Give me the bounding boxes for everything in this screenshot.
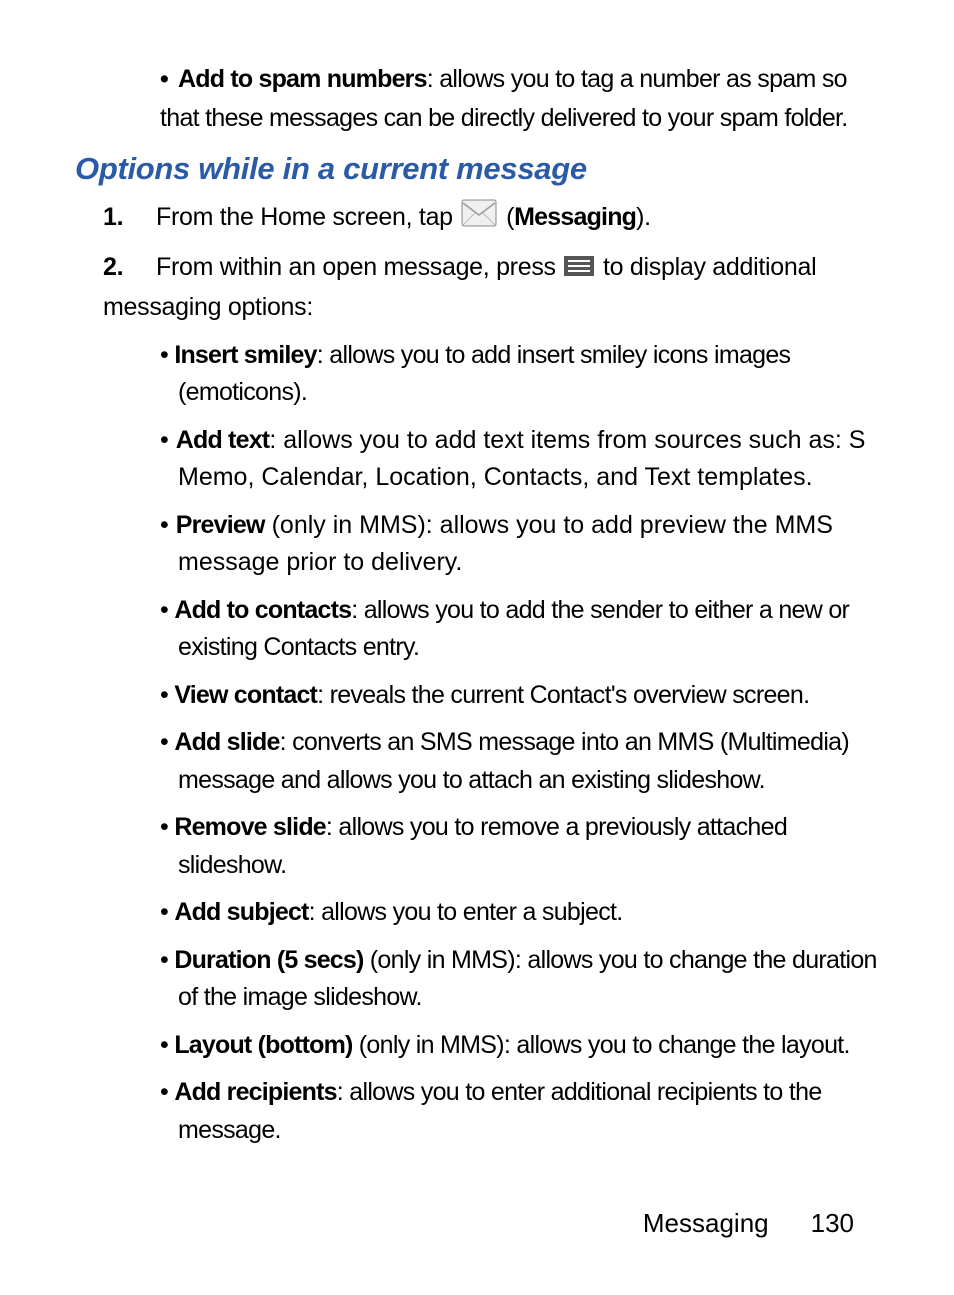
menu-icon	[564, 249, 594, 288]
spam-term: Add to spam numbers	[178, 65, 427, 93]
option-add-text: • Add text: allows you to add text items…	[75, 422, 879, 497]
step-1-paren-open: (	[506, 203, 514, 231]
opt-term: View contact	[174, 681, 317, 709]
footer-page: 130	[811, 1208, 854, 1238]
opt-term: Add to contacts	[174, 596, 351, 624]
step-1-paren-close: ).	[636, 203, 651, 231]
opt-term: Add recipients	[174, 1078, 336, 1106]
step-2-num: 2.	[103, 248, 156, 287]
option-insert-smiley: • Insert smiley: allows you to add inser…	[75, 337, 879, 412]
opt-term: Preview	[176, 511, 265, 539]
option-layout: • Layout (bottom) (only in MMS): allows …	[75, 1027, 879, 1065]
opt-desc: : allows you to add text items from sour…	[178, 426, 865, 492]
step-1-num: 1.	[103, 198, 156, 237]
step-2-before: From within an open message, press	[156, 253, 556, 281]
opt-desc: : converts an SMS message into an MMS (M…	[178, 728, 849, 794]
opt-suffix: (only in MMS)	[353, 1031, 504, 1059]
opt-term: Remove slide	[174, 813, 326, 841]
opt-desc: : allows you to enter a subject.	[309, 898, 623, 926]
opt-term: Add text	[176, 426, 270, 454]
bullet-mark: •	[160, 60, 178, 99]
option-add-slide: • Add slide: converts an SMS message int…	[75, 724, 879, 799]
section-heading: Options while in a current message	[75, 146, 879, 193]
option-add-recipients: • Add recipients: allows you to enter ad…	[75, 1074, 879, 1149]
opt-term: Duration (5 secs)	[174, 946, 363, 974]
footer-section: Messaging	[643, 1208, 769, 1238]
opt-term: Layout (bottom)	[174, 1031, 352, 1059]
opt-desc: : allows you to change the layout.	[504, 1031, 850, 1059]
step-2: 2.From within an open message, press to …	[103, 248, 879, 327]
spam-bullet: •Add to spam numbers: allows you to tag …	[160, 60, 879, 138]
step-1-messaging: Messaging	[514, 203, 636, 231]
option-preview: • Preview (only in MMS): allows you to a…	[75, 507, 879, 582]
opt-term: Add slide	[174, 728, 279, 756]
opt-term: Insert smiley	[174, 341, 316, 369]
step-1: 1.From the Home screen, tap (Messaging).	[103, 198, 879, 238]
opt-suffix: (only in MMS)	[265, 511, 426, 539]
envelope-icon	[461, 199, 497, 239]
opt-desc: : reveals the current Contact's overview…	[317, 681, 809, 709]
opt-term: Add subject	[174, 898, 308, 926]
option-add-subject: • Add subject: allows you to enter a sub…	[75, 894, 879, 932]
option-view-contact: • View contact: reveals the current Cont…	[75, 677, 879, 715]
opt-suffix: (only in MMS)	[364, 946, 515, 974]
page-footer: Messaging 130	[643, 1204, 854, 1243]
option-remove-slide: • Remove slide: allows you to remove a p…	[75, 809, 879, 884]
step-1-before: From the Home screen, tap	[156, 203, 453, 231]
option-duration: • Duration (5 secs) (only in MMS): allow…	[75, 942, 879, 1017]
option-add-to-contacts: • Add to contacts: allows you to add the…	[75, 592, 879, 667]
